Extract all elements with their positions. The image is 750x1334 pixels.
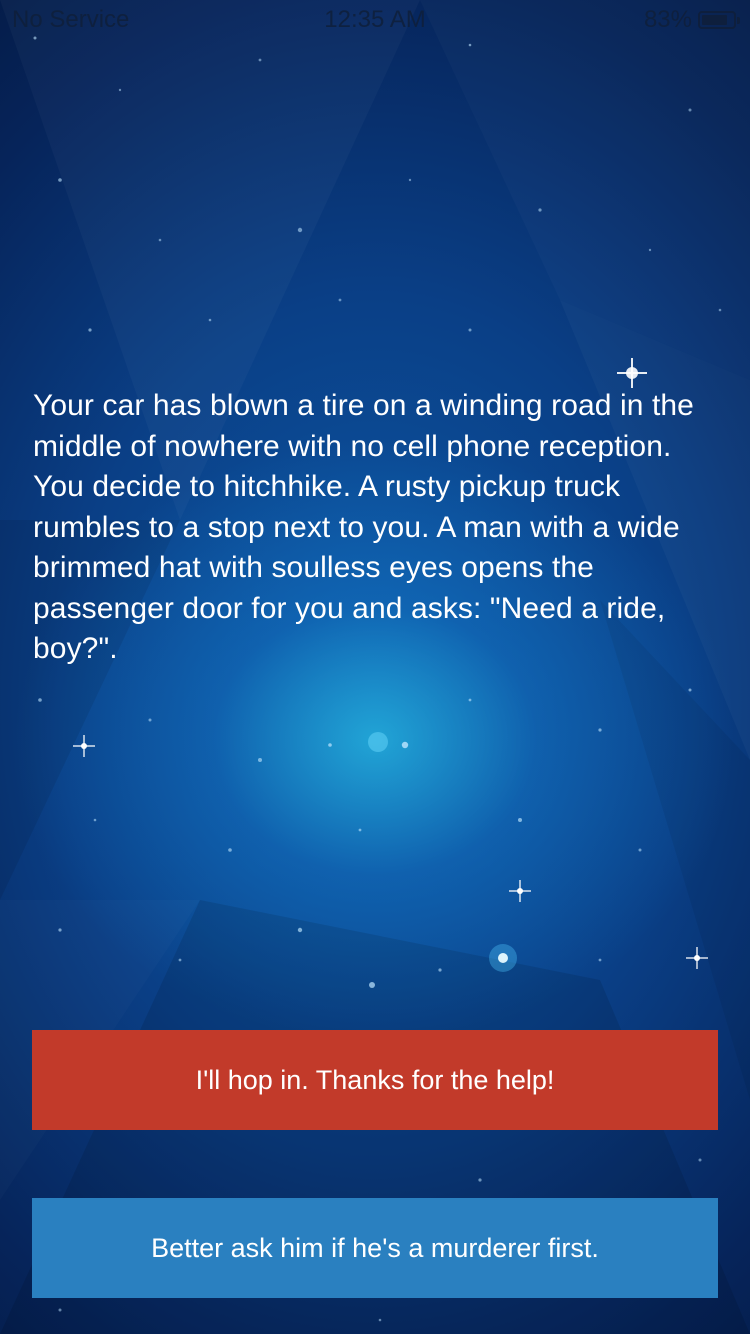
- battery-tip: [737, 17, 740, 24]
- choice-button-ask-murderer[interactable]: Better ask him if he's a murderer first.: [32, 1198, 718, 1298]
- battery-indicator: 83%: [643, 6, 740, 34]
- status-bar: No Service 12:35 AM 83%: [0, 0, 750, 40]
- battery-icon: [698, 11, 740, 29]
- choice-button-hop-in[interactable]: I'll hop in. Thanks for the help!: [32, 1030, 718, 1130]
- battery-percent: 83%: [643, 6, 692, 33]
- status-time: 12:35 AM: [324, 6, 426, 33]
- battery-fill: [702, 15, 727, 25]
- story-text: Your car has blown a tire on a winding r…: [33, 389, 694, 665]
